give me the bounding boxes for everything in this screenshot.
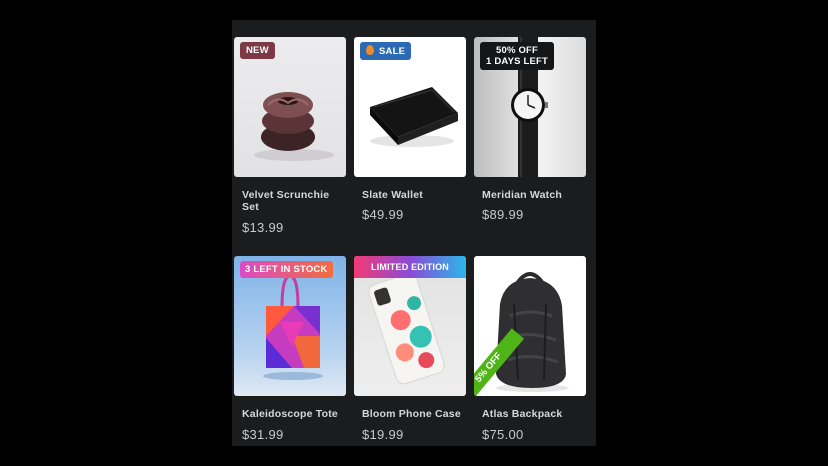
product-image-watch[interactable]: 50% OFF 1 DAYS LEFT bbox=[474, 37, 586, 177]
sale-badge: SALE bbox=[360, 42, 412, 60]
product-price: $31.99 bbox=[242, 427, 284, 442]
product-name[interactable]: Meridian Watch bbox=[482, 189, 582, 201]
product-card[interactable]: 3 LEFT IN STOCK Kaleidoscope Tote $31.99 bbox=[234, 256, 346, 446]
product-card[interactable]: 50% OFF 1 DAYS LEFT Meridian Watch $89.9… bbox=[474, 37, 586, 237]
product-name[interactable]: Bloom Phone Case bbox=[362, 408, 462, 420]
product-image-wallet[interactable]: SALE bbox=[354, 37, 466, 177]
product-image-phone-case[interactable]: LIMITED EDITION bbox=[354, 256, 466, 396]
product-image-scrunchie[interactable]: NEW bbox=[234, 37, 346, 177]
product-price: $75.00 bbox=[482, 427, 524, 442]
product-card[interactable]: SALE Slate Wallet $49.99 bbox=[354, 37, 466, 237]
product-name[interactable]: Velvet Scrunchie Set bbox=[242, 189, 342, 213]
product-image-backpack[interactable]: 5% OFF bbox=[474, 256, 586, 396]
countdown-badge: 50% OFF 1 DAYS LEFT bbox=[480, 42, 555, 70]
new-badge: NEW bbox=[240, 42, 275, 59]
product-name[interactable]: Slate Wallet bbox=[362, 189, 462, 201]
product-image-tote[interactable]: 3 LEFT IN STOCK bbox=[234, 256, 346, 396]
product-card[interactable]: 5% OFF Atlas Backpack $75.00 bbox=[474, 256, 586, 446]
product-price: $19.99 bbox=[362, 427, 404, 442]
limited-edition-banner: LIMITED EDITION bbox=[354, 256, 466, 278]
product-name[interactable]: Atlas Backpack bbox=[482, 408, 582, 420]
product-price: $89.99 bbox=[482, 207, 524, 222]
product-card[interactable]: LIMITED EDITION Bloom Phone Case $19.99 bbox=[354, 256, 466, 446]
flame-icon bbox=[366, 45, 374, 55]
product-price: $13.99 bbox=[242, 220, 284, 235]
product-card[interactable]: NEW Velvet Scrunchie Set $13.99 bbox=[234, 37, 346, 237]
stock-badge: 3 LEFT IN STOCK bbox=[240, 261, 333, 278]
product-name[interactable]: Kaleidoscope Tote bbox=[242, 408, 342, 420]
product-price: $49.99 bbox=[362, 207, 404, 222]
product-grid: NEW Velvet Scrunchie Set $13.99 SALE Sla… bbox=[232, 20, 596, 446]
